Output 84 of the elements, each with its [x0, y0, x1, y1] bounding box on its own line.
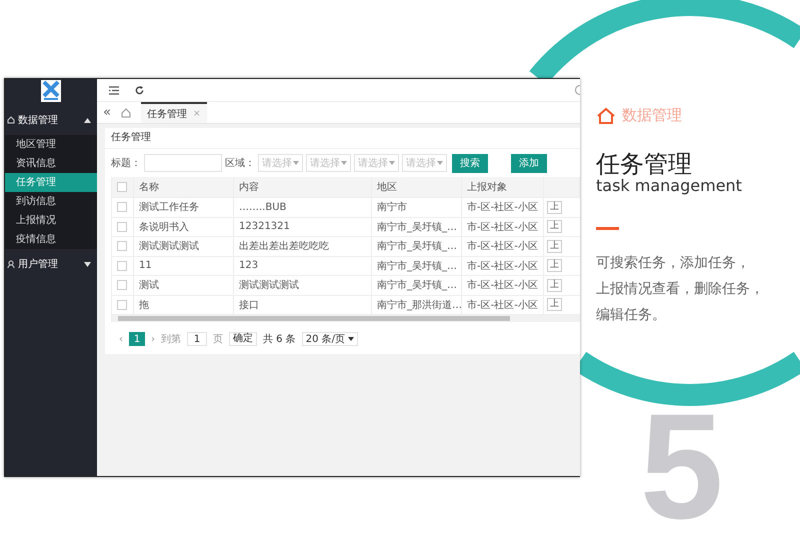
report-button[interactable]: 上 [547, 240, 562, 253]
sidebar-item[interactable]: 地区管理 [5, 135, 97, 154]
table-cell-text: 市-区-社区-小区 [467, 298, 538, 312]
table-cell-text: 南宁市_吴圩镇_… [377, 260, 457, 273]
title-input-field[interactable] [144, 154, 222, 172]
home-icon[interactable] [120, 108, 131, 118]
report-button[interactable]: 上 [547, 259, 562, 272]
table-cell-text: 南宁市_吴圩镇_… [377, 278, 457, 292]
table-cell-text: 市-区-社区-小区 [467, 220, 538, 234]
description-line: 上报情况查看，删除任务， [596, 280, 764, 299]
report-button[interactable]: 上 [547, 278, 562, 292]
table-cell-text: 市-区-社区-小区 [467, 240, 538, 254]
report-button[interactable]: 上 [547, 200, 562, 214]
checkbox[interactable] [117, 222, 127, 232]
table-cell-text: 测试 [139, 278, 159, 292]
column-header: 地区 [377, 180, 397, 194]
description-line: 可搜索任务，添加任务， [596, 254, 750, 273]
caret-icon [437, 161, 443, 165]
checkbox[interactable] [117, 280, 127, 290]
caret-icon [84, 118, 91, 122]
caret-icon [348, 337, 354, 341]
card-title: 任务管理 [105, 128, 580, 149]
confirm-button[interactable]: 确定 [229, 332, 257, 346]
table-cell: ……..BUB [239, 202, 286, 213]
sidebar-item[interactable]: 任务管理 [5, 173, 97, 192]
page-number[interactable]: 1 [129, 332, 145, 346]
column-header: 名称 [139, 181, 159, 194]
checkbox[interactable] [117, 241, 127, 252]
sidebar-item[interactable]: 到访信息 [5, 192, 97, 211]
sidebar-group[interactable]: 用户管理 [5, 249, 97, 279]
sidebar-item[interactable]: 疫情信息 [5, 230, 97, 249]
checkbox[interactable] [117, 300, 127, 310]
table-cell-text: 南宁市_那洪街道… [377, 298, 462, 312]
field-label: 标题： [111, 156, 141, 170]
table-cell-text: 测试测试测试 [139, 240, 199, 254]
collapse-button[interactable]: « [103, 106, 111, 119]
field-label: 区域： [225, 156, 255, 170]
table-cell-text: 市-区-社区-小区 [467, 200, 538, 214]
category-label: 数据管理 [622, 106, 682, 125]
page-unit-label: 页 [213, 333, 223, 346]
caret-icon [293, 161, 299, 165]
search-button[interactable]: 搜索 [452, 154, 488, 172]
checkbox[interactable] [117, 260, 127, 271]
caret-icon [84, 262, 91, 266]
table-cell: 11 [139, 260, 152, 272]
sidebar-item[interactable]: 资讯信息 [5, 154, 97, 173]
caret-icon [389, 161, 395, 165]
table-cell-text: 测试测试测试 [239, 278, 299, 292]
add-button[interactable]: 添加 [511, 154, 547, 172]
report-button[interactable]: 上 [547, 298, 562, 312]
column-header: 上报对象 [467, 180, 507, 194]
horizontal-scrollbar[interactable] [112, 315, 580, 322]
table-cell-text: 出差出差出差吃吃吃 [239, 240, 329, 254]
report-button[interactable]: 上 [547, 220, 562, 234]
goto-label: 到第 [161, 333, 181, 346]
description-line: 编辑任务。 [596, 306, 666, 325]
user-icon [7, 260, 15, 268]
column-header: 内容 [239, 180, 259, 194]
table-cell-text: 市-区-社区-小区 [467, 260, 538, 273]
page-size-dropdown[interactable]: 20 条/页 [302, 332, 358, 346]
refresh-icon[interactable] [135, 86, 144, 94]
page-tab[interactable]: 任务管理 × [140, 102, 207, 123]
table-cell-text: 条说明书入 [139, 220, 189, 234]
table-cell-text: 南宁市_吴圩镇_… [377, 220, 457, 234]
feature-title: 任务管理 [596, 151, 693, 178]
home-icon [7, 116, 15, 124]
checkbox[interactable] [117, 182, 127, 192]
table-cell-text: 拖 [139, 298, 149, 312]
home-icon [596, 106, 616, 124]
table-cell-text: 南宁市_吴圩镇_… [377, 240, 457, 254]
table-cell-text: 测试工作任务 [139, 200, 199, 214]
table-cell: 12321321 [239, 221, 290, 232]
table-cell-text: 南宁市 [377, 200, 407, 214]
table-cell-text: 接口 [239, 298, 259, 312]
page-input-field[interactable]: 1 [187, 332, 207, 346]
sidebar-item[interactable]: 上报情况 [5, 211, 97, 230]
sidebar-group[interactable]: 数据管理 [5, 105, 97, 135]
menu-icon[interactable] [109, 86, 119, 94]
total-count: 共 6 条 [263, 332, 296, 346]
feature-subtitle: task management [596, 177, 743, 195]
table-cell: 123 [239, 260, 258, 272]
checkbox[interactable] [117, 202, 127, 212]
caret-icon [341, 161, 347, 165]
table-cell-text: 市-区-社区-小区 [467, 278, 538, 292]
